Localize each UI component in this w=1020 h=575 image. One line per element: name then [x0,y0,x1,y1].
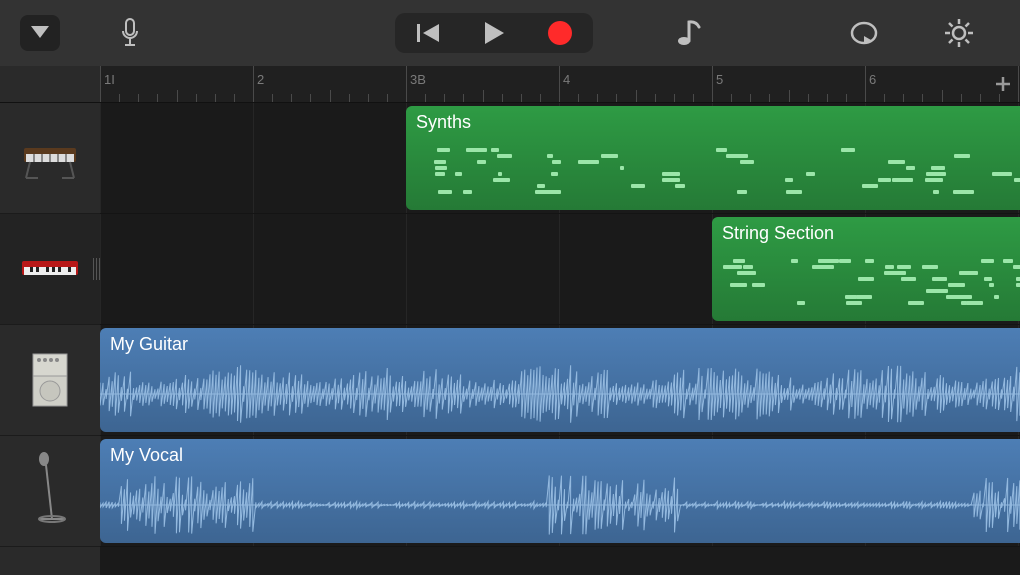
ruler-label: 5 [716,72,723,87]
region-label: My Vocal [110,445,1020,466]
view-menu-button[interactable] [20,15,60,51]
track-header-vocal[interactable] [0,436,100,547]
mic-stand-icon [30,451,70,531]
play-icon [483,21,505,45]
record-button[interactable] [527,13,593,53]
menu-triangle-icon [31,26,49,40]
instruments-button[interactable] [665,13,713,53]
sidebar-spacer [0,66,100,103]
ruler-label: 4 [563,72,570,87]
waveform-preview [100,362,1020,426]
amp-icon [25,348,75,412]
track-header-strings[interactable] [0,214,100,325]
rewind-icon [415,23,441,43]
music-note-icon [676,19,702,47]
track-lanes: Synths String Section My Guitar My Vocal [100,103,1020,547]
arrangement-area[interactable]: 1I23B4567C SynthsString SectionMy Guitar… [100,66,1020,575]
microphone-icon [120,18,140,48]
record-icon [547,20,573,46]
ruler-bar: 4 [559,66,712,102]
region-strings[interactable]: String Section [712,217,1020,321]
loop-icon [849,20,879,46]
region-synths[interactable]: Synths [406,106,1020,210]
settings-button[interactable] [935,13,983,53]
rewind-button[interactable] [395,13,461,53]
loop-button[interactable] [840,13,888,53]
midi-notes-preview [722,259,1020,313]
region-label: My Guitar [110,334,1020,355]
ruler-bar: 5 [712,66,865,102]
ruler-label: 1I [104,72,115,87]
main-area: 1I23B4567C SynthsString SectionMy Guitar… [0,66,1020,575]
track-lane-synths[interactable]: Synths [100,103,1020,214]
track-lane-vocal[interactable]: My Vocal [100,436,1020,547]
drag-handle-icon[interactable] [93,258,100,280]
ruler-label: 3B [410,72,426,87]
track-lane-strings[interactable]: String Section [100,214,1020,325]
track-header-synths[interactable] [0,103,100,214]
input-mic-button[interactable] [106,13,154,53]
ruler-bar: 2 [253,66,406,102]
waveform-preview [100,473,1020,537]
track-header-guitar[interactable] [0,325,100,436]
region-label: String Section [722,223,1020,244]
region-guitar[interactable]: My Guitar [100,328,1020,432]
ruler-bar: 3B [406,66,559,102]
top-toolbar [0,0,1020,66]
gear-icon [944,18,974,48]
red-keyboard-icon [18,249,82,289]
ruler-bar: 1I [100,66,253,102]
region-vocal[interactable]: My Vocal [100,439,1020,543]
track-header-sidebar [0,66,100,575]
synth-keyboard-icon [18,134,82,182]
region-label: Synths [416,112,1020,133]
midi-notes-preview [416,148,1020,202]
ruler-label: 6 [869,72,876,87]
ruler-bar: 6 [865,66,1018,102]
play-button[interactable] [461,13,527,53]
ruler-label: 2 [257,72,264,87]
track-lane-guitar[interactable]: My Guitar [100,325,1020,436]
transport-controls [395,13,593,53]
timeline-ruler[interactable]: 1I23B4567C [100,66,1020,103]
